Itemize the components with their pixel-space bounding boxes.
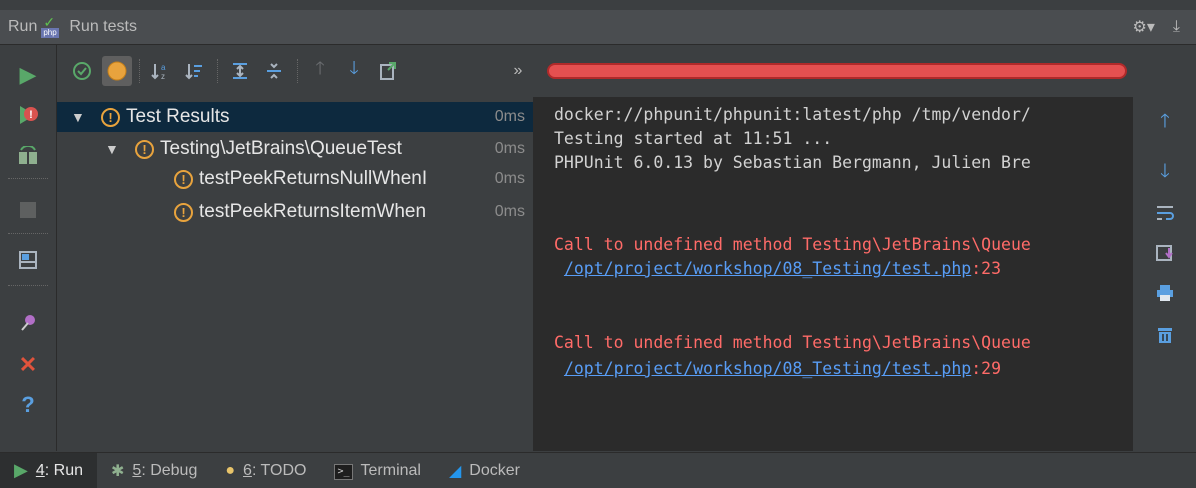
expand-all-icon[interactable] (225, 56, 255, 86)
print-icon[interactable] (1133, 279, 1196, 307)
tree-row-root[interactable]: ▼ ! Test Results 0ms (57, 102, 533, 132)
tree-row-time: 0ms (494, 108, 525, 125)
console-line: docker://phpunit/phpunit:latest/php /tmp… (554, 105, 1031, 124)
warning-icon: ! (101, 107, 120, 127)
show-ignored-icon[interactable] (102, 56, 132, 86)
rerun-icon[interactable]: ▶ (0, 60, 56, 90)
console-toolbar: 🡑 🡓 (1132, 97, 1196, 451)
line-number: :29 (971, 359, 1002, 378)
warning-icon: ! (135, 139, 154, 159)
tree-row-time: 0ms (494, 203, 525, 220)
tab-label: : Debug (141, 461, 198, 479)
tab-label: : TODO (251, 461, 307, 479)
docker-tool-tab[interactable]: ◢ Docker (435, 453, 534, 488)
close-icon[interactable]: ✕ (0, 350, 56, 380)
more-actions-button[interactable]: » (503, 56, 533, 86)
console-error-line: Call to undefined method Testing\JetBrai… (554, 333, 1031, 352)
svg-text:!: ! (29, 109, 33, 121)
terminal-icon: >_ (334, 461, 353, 480)
console-output[interactable]: docker://phpunit/phpunit:latest/php /tmp… (534, 97, 1132, 451)
gear-icon[interactable]: ⚙▾ (1133, 17, 1155, 37)
console-error-location: /opt/project/workshop/08_Testing/test.ph… (554, 259, 1001, 278)
test-progress-bar (547, 63, 1127, 79)
toolbar-separator (217, 59, 218, 83)
previous-failed-icon[interactable]: 🡑 (305, 56, 335, 86)
tab-label: : Run (44, 461, 83, 479)
toolbar-separator (8, 285, 48, 286)
sort-alphabetically-icon[interactable]: az (145, 56, 175, 86)
file-link[interactable]: /opt/project/workshop/08_Testing/test.ph… (564, 359, 971, 378)
up-arrow-icon[interactable]: 🡑 (1133, 109, 1196, 137)
layout-icon[interactable] (0, 245, 56, 275)
tool-window-header: Run ✓ php Run tests ⚙▾ ⤓ (0, 10, 1196, 45)
expand-arrow-icon[interactable]: ▼ (105, 141, 123, 157)
debug-tool-tab[interactable]: ✱ 5: Debug (97, 453, 211, 488)
tree-row-test[interactable]: ! testPeekReturnsNullWhenI 0ms (57, 164, 533, 194)
tab-mnemonic: 6 (243, 461, 252, 479)
tab-mnemonic: 5 (132, 461, 142, 479)
pin-tab-icon[interactable] (0, 307, 56, 337)
tree-row-time: 0ms (494, 140, 525, 157)
expand-arrow-icon[interactable]: ▼ (71, 109, 89, 125)
run-config-tab[interactable]: Run tests (69, 18, 137, 36)
show-passed-icon[interactable] (67, 56, 97, 86)
tool-window-label[interactable]: Run (8, 18, 37, 36)
tool-window-bar: ▶ 4: Run ✱ 5: Debug ● 6: TODO >_ Termina… (0, 452, 1196, 488)
help-icon[interactable]: ? (0, 390, 56, 420)
test-runner-toolbar: az 🡑 🡓 » (57, 45, 1196, 97)
tree-row-label: Test Results (126, 106, 230, 127)
terminal-tool-tab[interactable]: >_ Terminal (320, 453, 435, 488)
stop-icon[interactable] (0, 195, 56, 225)
file-link[interactable]: /opt/project/workshop/08_Testing/test.ph… (564, 259, 971, 278)
sort-by-duration-icon[interactable] (179, 56, 209, 86)
trash-icon[interactable] (1133, 321, 1196, 349)
toolbar-separator (8, 178, 48, 179)
tree-row-time: 0ms (494, 170, 525, 187)
tab-label: Docker (469, 461, 520, 479)
svg-text:z: z (161, 72, 165, 81)
bug-icon: ✱ (111, 462, 125, 480)
console-line: Testing started at 11:51 ... (554, 129, 833, 148)
tree-row-label: Testing\JetBrains\QueueTest (160, 138, 402, 159)
export-results-icon[interactable] (373, 56, 403, 86)
scroll-to-end-icon[interactable] (1133, 239, 1196, 267)
tab-label: Terminal (360, 461, 421, 479)
tool-window-title-area: Run ✓ php Run tests (8, 10, 137, 44)
toolbar-separator (139, 59, 140, 83)
svg-text:a: a (161, 63, 166, 72)
tree-row-label: testPeekReturnsItemWhen (199, 201, 427, 222)
next-failed-icon[interactable]: 🡓 (339, 56, 369, 86)
tab-mnemonic: 4 (35, 461, 45, 479)
tree-row-test[interactable]: ! testPeekReturnsItemWhen 0ms (57, 197, 533, 227)
left-toolbar: ▶ ! ✕ ? (0, 45, 57, 451)
warning-icon: ! (174, 202, 193, 222)
tree-row-label: testPeekReturnsNullWhenI (199, 168, 428, 189)
soft-wrap-icon[interactable] (1133, 199, 1196, 227)
console-line: PHPUnit 6.0.13 by Sebastian Bergmann, Ju… (554, 153, 1031, 172)
run-icon: ▶ (14, 460, 28, 480)
tree-row-suite[interactable]: ▼ ! Testing\JetBrains\QueueTest 0ms (57, 134, 533, 164)
hide-icon[interactable]: ⤓ (1173, 18, 1180, 36)
toolbar-separator (8, 233, 48, 234)
console-error-line: Call to undefined method Testing\JetBrai… (554, 235, 1031, 254)
console-error-location: /opt/project/workshop/08_Testing/test.ph… (554, 359, 1001, 378)
warning-icon: ! (174, 169, 193, 189)
run-tool-tab[interactable]: ▶ 4: Run (0, 453, 97, 488)
collapse-all-icon[interactable] (259, 56, 289, 86)
todo-icon: ● (225, 461, 236, 479)
rerun-failed-icon[interactable]: ! (0, 100, 56, 130)
toolbar-separator (297, 59, 298, 83)
line-number: :23 (971, 259, 1002, 278)
todo-tool-tab[interactable]: ● 6: TODO (211, 453, 320, 488)
php-config-icon: ✓ php (41, 14, 59, 38)
tool-window-actions: ⚙▾ ⤓ (1133, 10, 1180, 44)
php-config-icon-label: php (41, 28, 59, 38)
docker-icon: ◢ (448, 462, 462, 480)
test-results-tree: ▼ ! Test Results 0ms ▼ ! Testing\JetBrai… (57, 97, 534, 451)
toggle-auto-test-icon[interactable] (0, 142, 56, 172)
down-arrow-icon[interactable]: 🡓 (1133, 159, 1196, 187)
